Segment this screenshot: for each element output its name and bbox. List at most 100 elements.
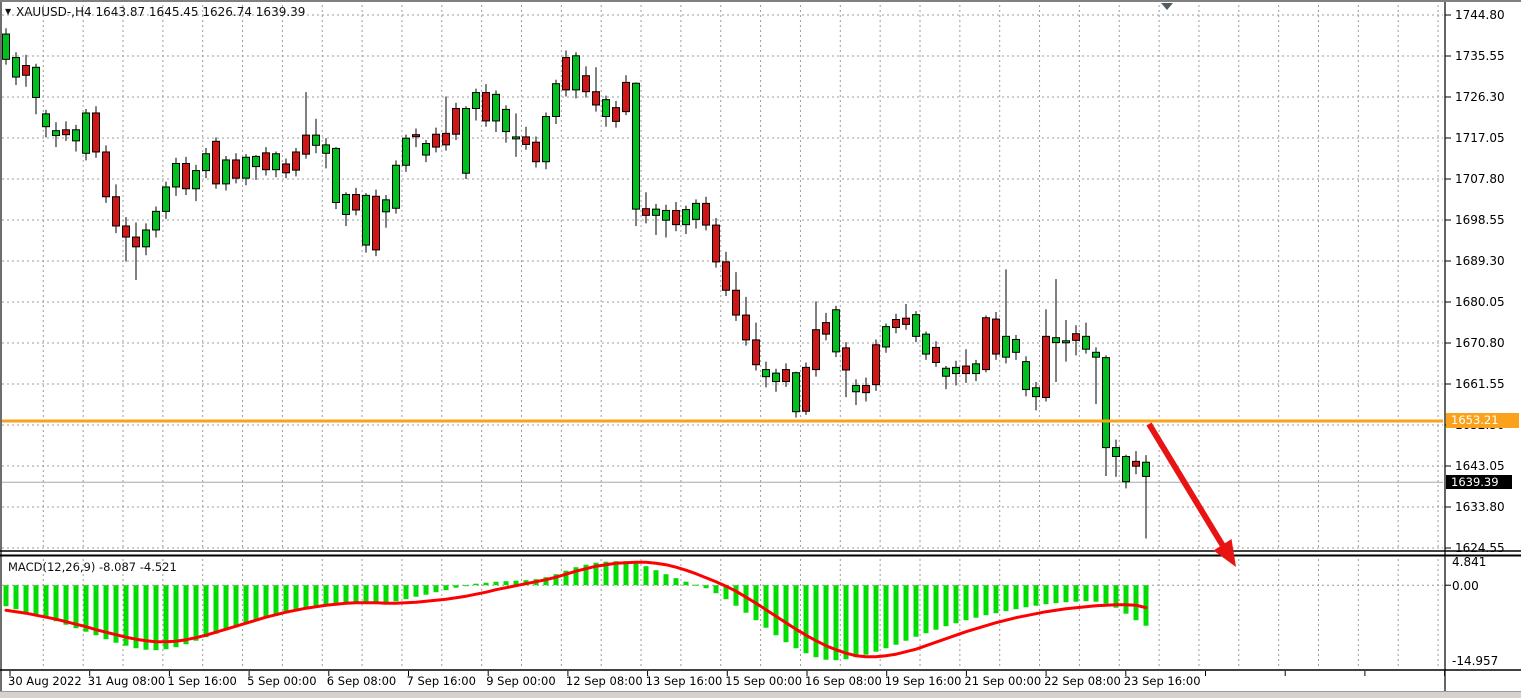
- macd-histogram-bar: [324, 585, 329, 605]
- macd-histogram-bar: [424, 585, 429, 595]
- macd-histogram-bar: [234, 585, 239, 627]
- macd-histogram-bar: [344, 585, 349, 603]
- bull-candle-body: [503, 109, 510, 131]
- macd-histogram-bar: [1044, 585, 1049, 604]
- bear-candle-body: [1133, 461, 1140, 466]
- bull-candle-body: [193, 171, 200, 189]
- macd-histogram-bar: [1124, 585, 1129, 614]
- macd-histogram-bar: [924, 585, 929, 633]
- bull-candle-body: [43, 114, 50, 127]
- bear-candle-body: [563, 58, 570, 90]
- macd-histogram-bar: [304, 585, 309, 609]
- time-tick-label: 9 Sep 00:00: [486, 674, 555, 688]
- bear-candle-body: [183, 163, 190, 188]
- macd-histogram-bar: [244, 585, 249, 624]
- macd-histogram-bar: [794, 585, 799, 648]
- macd-histogram-bar: [334, 585, 339, 604]
- price-tick-label: 1698.55: [1455, 213, 1505, 227]
- macd-histogram-bar: [264, 585, 269, 618]
- macd-histogram-bar: [364, 585, 369, 602]
- bull-candle-body: [33, 67, 40, 97]
- macd-tick-label: 4.841: [1452, 555, 1486, 569]
- macd-histogram-bar: [874, 585, 879, 652]
- macd-histogram-bar: [884, 585, 889, 648]
- bull-candle-body: [853, 386, 860, 392]
- macd-histogram-bar: [784, 585, 789, 642]
- time-tick-label: 13 Sep 16:00: [646, 674, 723, 688]
- symbol-dropdown-icon[interactable]: ▼: [5, 5, 11, 19]
- macd-histogram-bar: [714, 585, 719, 593]
- time-tick-label: 22 Sep 08:00: [1044, 674, 1121, 688]
- bear-candle-body: [713, 225, 720, 262]
- chart-canvas[interactable]: [0, 0, 1521, 698]
- bear-candle-body: [353, 195, 360, 211]
- bear-candle-body: [1043, 336, 1050, 397]
- bull-candle-body: [683, 210, 690, 225]
- macd-tick-label: 0.00: [1452, 579, 1479, 593]
- macd-histogram-bar: [464, 585, 469, 586]
- macd-histogram-bar: [404, 585, 409, 599]
- price-tick-label: 1680.05: [1455, 295, 1505, 309]
- macd-histogram-bar: [994, 585, 999, 613]
- bear-candle-body: [593, 92, 600, 105]
- hline-price-label[interactable]: 1653.21: [1446, 413, 1519, 428]
- bear-candle-body: [813, 330, 820, 370]
- macd-histogram-bar: [694, 585, 699, 586]
- bear-candle-body: [733, 290, 740, 315]
- macd-histogram-bar: [894, 585, 899, 645]
- bull-candle-body: [953, 367, 960, 373]
- macd-histogram-bar: [284, 585, 289, 613]
- macd-histogram-bar: [444, 585, 449, 590]
- bull-candle-body: [1123, 456, 1130, 481]
- time-tick-label: 31 Aug 08:00: [88, 674, 166, 688]
- macd-histogram-bar: [1084, 585, 1089, 601]
- trend-arrow-shaft[interactable]: [1149, 424, 1223, 546]
- bull-candle-body: [53, 131, 60, 136]
- chart-ohlc-values: 1643.87 1645.45 1626.74 1639.39: [95, 5, 305, 19]
- macd-histogram-bar: [854, 585, 859, 657]
- macd-name: MACD(12,26,9): [8, 560, 95, 574]
- macd-histogram-bar: [1054, 585, 1059, 603]
- macd-histogram-bar: [984, 585, 989, 615]
- macd-histogram-bar: [634, 563, 639, 586]
- chart-title: XAUUSD-,H4 1643.87 1645.45 1626.74 1639.…: [16, 5, 305, 19]
- bear-candle-body: [863, 386, 870, 393]
- macd-histogram-bar: [274, 585, 279, 616]
- bear-candle-body: [103, 152, 110, 197]
- bull-candle-body: [423, 144, 430, 156]
- bear-candle-body: [623, 82, 630, 111]
- macd-histogram-bar: [454, 585, 459, 588]
- bear-candle-body: [113, 197, 120, 226]
- bull-candle-body: [1093, 352, 1100, 357]
- bull-candle-body: [203, 154, 210, 171]
- bull-candle-body: [913, 315, 920, 337]
- bull-candle-body: [273, 154, 280, 170]
- bear-candle-body: [433, 134, 440, 147]
- macd-histogram-bar: [914, 585, 919, 637]
- bull-candle-body: [943, 368, 950, 376]
- bear-candle-body: [743, 315, 750, 340]
- macd-histogram-bar: [964, 585, 969, 620]
- bear-candle-body: [933, 347, 940, 362]
- macd-indicator-label: MACD(12,26,9) -8.087 -4.521: [8, 560, 177, 574]
- bear-candle-body: [993, 319, 1000, 354]
- macd-histogram-bar: [844, 585, 849, 659]
- chart-shift-marker-icon[interactable]: [1161, 3, 1173, 10]
- bear-candle-body: [523, 137, 530, 145]
- bull-candle-body: [153, 211, 160, 230]
- time-tick-label: 19 Sep 16:00: [885, 674, 962, 688]
- bear-candle-body: [753, 340, 760, 365]
- macd-histogram-bar: [434, 585, 439, 592]
- macd-histogram-bar: [684, 582, 689, 586]
- macd-histogram-bar: [1104, 585, 1109, 604]
- bull-candle-body: [3, 34, 10, 59]
- macd-histogram-bar: [624, 561, 629, 585]
- macd-histogram-bar: [204, 585, 209, 637]
- bear-candle-body: [233, 160, 240, 178]
- macd-histogram-bar: [354, 585, 359, 602]
- bear-candle-body: [133, 237, 140, 247]
- bear-candle-body: [123, 226, 130, 237]
- bull-candle-body: [143, 230, 150, 247]
- macd-histogram-bar: [74, 585, 79, 628]
- macd-histogram-bar: [674, 578, 679, 585]
